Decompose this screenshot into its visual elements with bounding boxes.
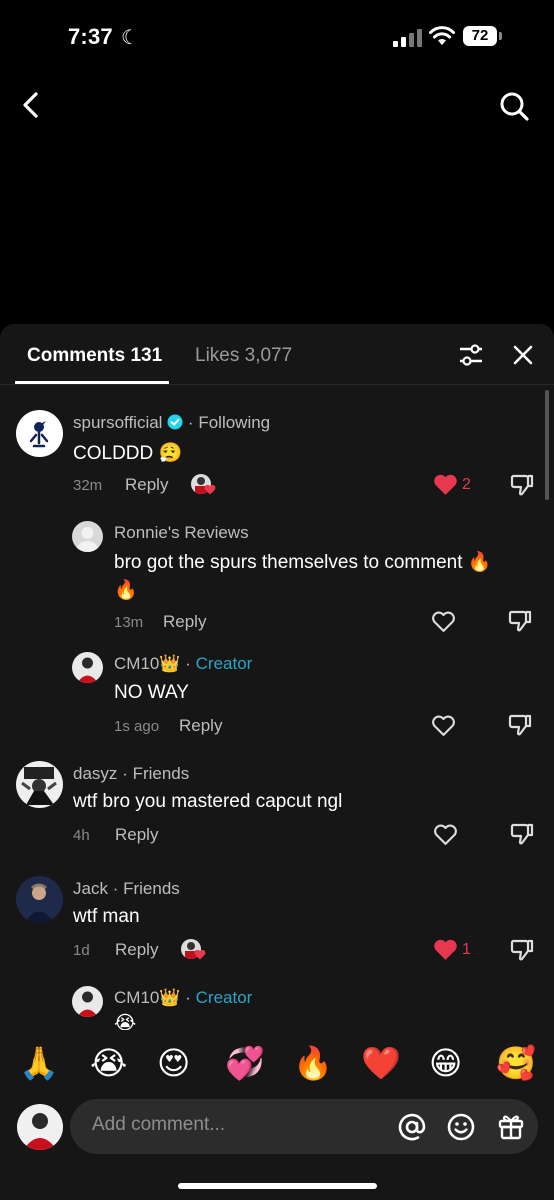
- avatar-spursofficial[interactable]: [16, 410, 63, 457]
- filter-sliders-icon[interactable]: [456, 342, 486, 368]
- close-icon[interactable]: [510, 342, 536, 368]
- creator-badge: Creator: [195, 654, 253, 673]
- like-heart-outline-icon[interactable]: [431, 610, 456, 633]
- dislike-icon[interactable]: [510, 821, 534, 847]
- reply-username[interactable]: CM10👑 · Creator: [114, 654, 252, 674]
- separator-dot: ·: [122, 764, 128, 783]
- reply-text-continued: 🔥: [114, 580, 138, 601]
- dislike-icon[interactable]: [510, 937, 534, 963]
- username-text[interactable]: Jack: [73, 879, 108, 898]
- separator-dot: ·: [185, 988, 191, 1007]
- gift-icon[interactable]: [496, 1111, 526, 1141]
- cellular-signal-icon: [393, 29, 423, 47]
- dislike-icon[interactable]: [510, 472, 534, 498]
- home-indicator: [178, 1183, 377, 1189]
- reply-text-clip: 😭: [114, 1010, 154, 1030]
- comment-timestamp: 1d: [73, 942, 90, 959]
- search-icon[interactable]: [496, 88, 532, 124]
- verified-badge-icon: [167, 414, 183, 430]
- emoji-fire[interactable]: 🔥: [293, 1044, 333, 1082]
- reply-username[interactable]: Ronnie's Reviews: [114, 523, 249, 543]
- emoji-grinning[interactable]: 😁: [429, 1044, 462, 1082]
- status-time: 7:37: [68, 24, 113, 49]
- relationship-tag: Friends: [123, 879, 180, 898]
- dislike-icon[interactable]: [508, 608, 532, 634]
- reply-text: bro got the spurs themselves to comment …: [114, 552, 492, 573]
- comment-text: wtf bro you mastered capcut ngl: [73, 791, 343, 812]
- battery-tip: [499, 32, 502, 40]
- like-count: 2: [462, 476, 471, 493]
- reply-timestamp: 1s ago: [114, 718, 160, 735]
- reply-button[interactable]: Reply: [115, 825, 158, 845]
- emoji-revolving-hearts[interactable]: 💞: [225, 1044, 265, 1082]
- like-count: 1: [462, 941, 471, 958]
- comment-username[interactable]: dasyz · Friends: [73, 764, 189, 784]
- comment-input-placeholder[interactable]: Add comment...: [92, 1114, 225, 1136]
- reply-text: NO WAY: [114, 682, 189, 703]
- reply-username[interactable]: CM10👑 · Creator: [114, 988, 252, 1008]
- emoji-picker-icon[interactable]: [446, 1112, 476, 1142]
- avatar-dasyz[interactable]: [16, 761, 63, 808]
- like-heart-filled-icon[interactable]: [433, 938, 458, 961]
- comment-username[interactable]: Jack · Friends: [73, 879, 180, 899]
- tab-comments[interactable]: Comments 131: [27, 345, 162, 367]
- separator-dot: ·: [112, 879, 119, 898]
- avatar-cm10[interactable]: [72, 652, 103, 683]
- battery-indicator: 72: [463, 26, 497, 46]
- comment-timestamp: 32m: [73, 477, 103, 494]
- like-heart-filled-icon[interactable]: [433, 473, 458, 496]
- reply-button[interactable]: Reply: [179, 716, 222, 736]
- scrollbar[interactable]: [545, 390, 549, 500]
- my-avatar: [17, 1104, 63, 1150]
- emoji-smiling-hearts[interactable]: 🥰: [496, 1044, 536, 1082]
- back-arrow-icon[interactable]: [16, 88, 46, 122]
- comment-text: wtf man: [73, 906, 140, 927]
- separator-dot: ·: [187, 413, 194, 432]
- tabs-divider: [0, 384, 554, 385]
- emoji-crying[interactable]: 😭: [90, 1044, 127, 1082]
- like-heart-outline-icon[interactable]: [431, 714, 456, 737]
- comment-text: COLDDD 😮‍💨: [73, 443, 183, 464]
- creator-badge: Creator: [195, 988, 253, 1007]
- avatar-ronnies-reviews[interactable]: [72, 521, 103, 552]
- reply-timestamp: 13m: [114, 614, 144, 631]
- reply-button[interactable]: Reply: [163, 612, 206, 632]
- relationship-tag: Friends: [132, 764, 190, 783]
- mention-icon[interactable]: [397, 1112, 427, 1142]
- like-heart-outline-icon[interactable]: [433, 823, 458, 846]
- creator-heart-icon: [194, 949, 206, 960]
- reply-text: 😭: [114, 1013, 137, 1030]
- dislike-icon[interactable]: [508, 712, 532, 738]
- cockerel-logo-icon: [29, 421, 49, 448]
- separator-dot: ·: [185, 654, 191, 673]
- avatar-jack[interactable]: [16, 876, 63, 923]
- emoji-red-heart[interactable]: ❤️: [361, 1044, 401, 1082]
- moon-icon: ☾: [121, 27, 139, 49]
- emoji-folded-hands[interactable]: 🙏: [19, 1044, 59, 1082]
- username-text[interactable]: dasyz: [73, 764, 117, 783]
- comment-username[interactable]: spursofficial · Following: [73, 413, 270, 433]
- username-text[interactable]: CM10👑: [114, 988, 181, 1007]
- wifi-icon: [428, 26, 456, 46]
- relationship-tag: Following: [198, 413, 271, 432]
- username-text[interactable]: CM10👑: [114, 654, 181, 673]
- reply-button[interactable]: Reply: [115, 940, 158, 960]
- username-text[interactable]: spursofficial: [73, 413, 162, 432]
- tab-likes[interactable]: Likes 3,077: [195, 345, 292, 367]
- creator-heart-icon: [204, 484, 216, 495]
- reply-button[interactable]: Reply: [125, 475, 168, 495]
- avatar-cm10[interactable]: [72, 986, 103, 1017]
- comment-timestamp: 4h: [73, 827, 90, 844]
- emoji-heart-eyes[interactable]: 😍: [157, 1044, 190, 1082]
